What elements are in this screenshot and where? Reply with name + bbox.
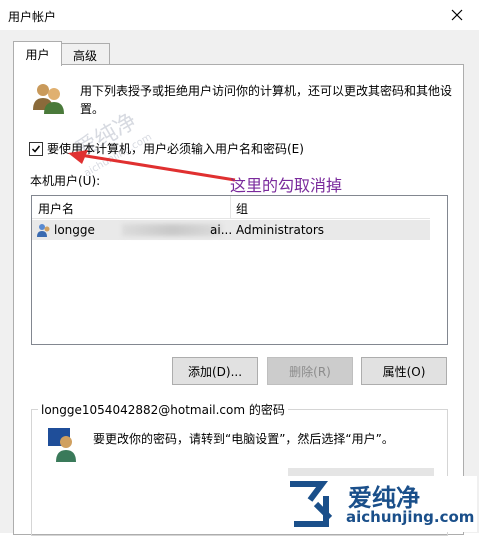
annotation-text: 这里的勾取消掉 xyxy=(230,176,343,195)
list-header: 用户名 组 xyxy=(32,196,430,219)
row-group: Administrators xyxy=(236,223,325,237)
user-password-icon xyxy=(48,428,76,462)
password-group-legend: longge1054042882@hotmail.com 的密码 xyxy=(38,401,288,418)
password-instructions: 要更改你的密码，请转到“电脑设置”，然后选择“用户”。 xyxy=(93,432,394,446)
watermark-url: aichunjing.com xyxy=(346,508,475,526)
row-username-tail: ai... xyxy=(210,223,233,237)
annotation-arrow xyxy=(68,150,236,182)
remove-button: 删除(R) xyxy=(267,357,353,385)
list-scroll-area xyxy=(430,196,446,344)
hidden-button xyxy=(288,468,434,476)
properties-button[interactable]: 属性(O) xyxy=(361,357,447,385)
tab-advanced[interactable]: 高级 xyxy=(60,43,110,66)
tab-advanced-label: 高级 xyxy=(72,48,97,63)
checkmark-icon xyxy=(31,145,41,153)
user-icon xyxy=(37,224,50,237)
window-title: 用户帐户 xyxy=(8,10,57,24)
users-icon xyxy=(33,84,64,114)
users-list[interactable]: 用户名 组 longge ai... Administrators xyxy=(31,195,448,345)
row-username: longge xyxy=(54,223,95,237)
column-username[interactable]: 用户名 xyxy=(38,200,74,217)
title-bar: 用户帐户 xyxy=(0,0,479,30)
intro-text: 用下列表授予或拒绝用户访问你的计算机，还可以更改其密码和其他设置。 xyxy=(80,84,453,116)
column-group[interactable]: 组 xyxy=(236,200,248,217)
redacted-region xyxy=(122,224,222,236)
require-password-checkbox[interactable] xyxy=(29,141,43,156)
tab-users-label: 用户 xyxy=(25,47,50,62)
close-button[interactable] xyxy=(446,4,468,26)
close-icon xyxy=(451,9,463,21)
tab-users[interactable]: 用户 xyxy=(13,41,62,66)
table-row[interactable]: longge ai... Administrators xyxy=(32,220,430,240)
window-edge xyxy=(469,30,479,533)
add-button[interactable]: 添加(D)... xyxy=(172,357,258,385)
column-divider[interactable] xyxy=(230,196,231,218)
